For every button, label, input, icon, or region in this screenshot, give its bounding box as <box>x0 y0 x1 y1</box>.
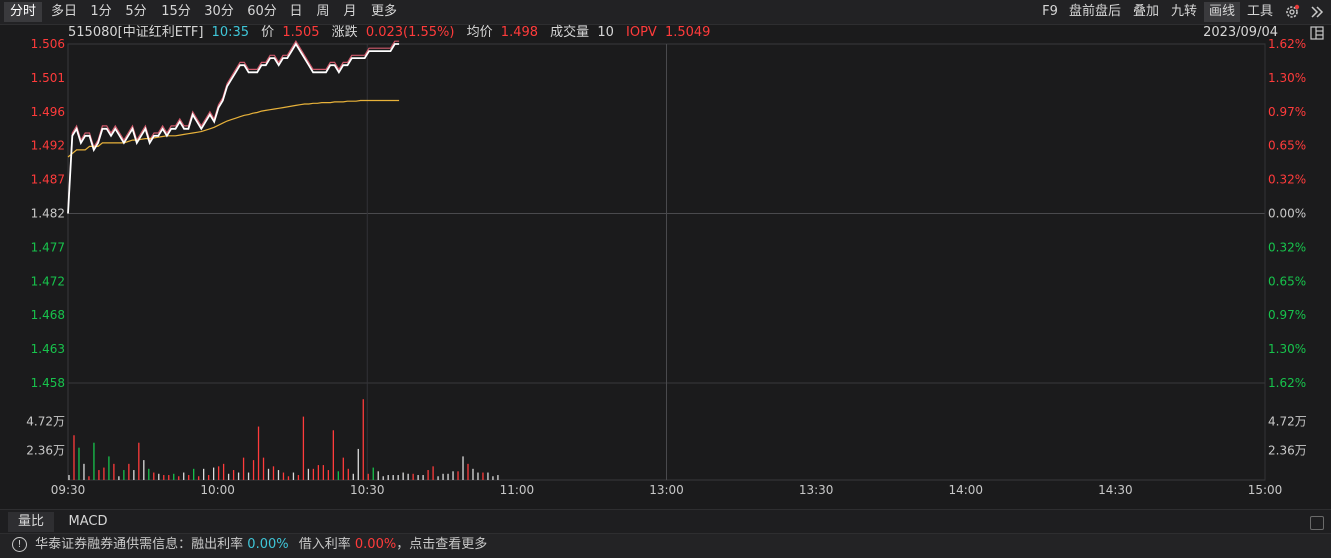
pct-tick-label: 0.32% <box>1268 240 1306 254</box>
price-tick-label: 1.506 <box>31 37 65 51</box>
pct-tick-label: 1.30% <box>1268 342 1306 356</box>
overlay-button[interactable]: 叠加 <box>1128 2 1164 22</box>
price-tick-label: 1.458 <box>31 376 65 390</box>
tools-button[interactable]: 工具 <box>1243 2 1277 22</box>
time-tick-label: 14:00 <box>948 483 983 497</box>
volume-tick-label-right: 4.72万 <box>1268 414 1307 428</box>
tab-30min[interactable]: 30分 <box>199 2 239 22</box>
time-tick-label: 14:30 <box>1098 483 1133 497</box>
status-bar[interactable]: ! 华泰证券融券通供需信息：融出利率 0.00% 借入利率 0.00%，点击查看… <box>0 533 1331 558</box>
borrow-rate-label: 借入利率 <box>298 537 351 552</box>
pct-tick-label: 1.62% <box>1268 37 1306 51</box>
price-tick-label: 1.477 <box>31 240 65 254</box>
indicator-tabs: 量比 MACD <box>0 509 1331 534</box>
settings-gear-icon[interactable] <box>1281 2 1303 22</box>
tab-volume-ratio[interactable]: 量比 <box>8 512 54 532</box>
collapse-icon[interactable] <box>1310 516 1324 530</box>
tab-intraday[interactable]: 分时 <box>4 2 42 22</box>
status-prefix: 华泰证券融券通供需信息：融出利率 <box>35 537 244 552</box>
pct-tick-label: 0.00% <box>1268 207 1306 221</box>
tab-multi-day[interactable]: 多日 <box>45 2 83 22</box>
pct-tick-label: 1.30% <box>1268 71 1306 85</box>
price-tick-label: 1.496 <box>31 105 65 119</box>
info-circle-icon: ! <box>12 537 27 552</box>
price-tick-label: 1.501 <box>31 71 65 85</box>
tab-macd[interactable]: MACD <box>58 512 118 532</box>
draw-line-button[interactable]: 画线 <box>1204 2 1240 22</box>
expand-chevrons-icon[interactable] <box>1306 2 1328 22</box>
price-tick-label: 1.463 <box>31 342 65 356</box>
tab-1min[interactable]: 1分 <box>86 2 116 22</box>
pct-tick-label: 0.97% <box>1268 105 1306 119</box>
time-tick-label: 10:00 <box>200 483 235 497</box>
price-tick-label: 1.472 <box>31 274 65 288</box>
tab-15min[interactable]: 15分 <box>156 2 196 22</box>
pct-tick-label: 0.32% <box>1268 173 1306 187</box>
lend-rate: 0.00% <box>247 537 289 552</box>
time-tick-label: 11:00 <box>500 483 535 497</box>
time-tick-label: 13:00 <box>649 483 684 497</box>
time-tick-label: 13:30 <box>799 483 834 497</box>
time-tick-label: 10:30 <box>350 483 385 497</box>
tab-60min[interactable]: 60分 <box>242 2 282 22</box>
tab-month[interactable]: 月 <box>339 2 361 22</box>
pct-tick-label: 0.65% <box>1268 139 1306 153</box>
tab-5min[interactable]: 5分 <box>119 2 153 22</box>
price-tick-label: 1.482 <box>31 207 65 221</box>
price-tick-label: 1.487 <box>31 173 65 187</box>
tab-more[interactable]: 更多 <box>364 2 404 22</box>
price-tick-label: 1.492 <box>31 139 65 153</box>
pct-tick-label: 0.97% <box>1268 308 1306 322</box>
pct-tick-label: 1.62% <box>1268 376 1306 390</box>
pre-post-market-button[interactable]: 盘前盘后 <box>1065 2 1125 22</box>
borrow-rate: 0.00% <box>354 537 397 552</box>
tab-week[interactable]: 周 <box>310 2 336 22</box>
intraday-chart[interactable]: 1.506 1.62% 1.501 1.30% 1.496 0.97% 1.492 0.65%… <box>0 24 1331 509</box>
volume-tick-label: 2.36万 <box>26 444 65 458</box>
time-tick-label: 09:30 <box>51 483 86 497</box>
nine-turn-button[interactable]: 九转 <box>1167 2 1201 22</box>
price-tick-label: 1.468 <box>31 308 65 322</box>
tab-day[interactable]: 日 <box>285 2 307 22</box>
volume-tick-label: 4.72万 <box>26 414 65 428</box>
price-line-shadow <box>67 40 400 211</box>
pct-tick-label: 0.65% <box>1268 274 1306 288</box>
time-tick-label: 15:00 <box>1248 483 1283 497</box>
f9-button[interactable]: F9 <box>1038 2 1062 22</box>
status-suffix[interactable]: ，点击查看更多 <box>396 537 487 552</box>
volume-tick-label-right: 2.36万 <box>1268 444 1307 458</box>
period-toolbar: 分时 多日 1分 5分 15分 30分 60分 日 周 月 更多 F9 盘前盘后… <box>0 0 1331 25</box>
